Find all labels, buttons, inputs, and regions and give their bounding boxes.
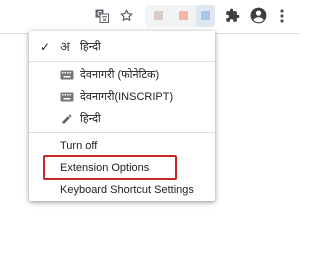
turn-off-button[interactable]: Turn off bbox=[29, 136, 215, 156]
turn-off-label: Turn off bbox=[60, 140, 98, 152]
check-icon: ✓ bbox=[40, 40, 51, 54]
keyboard-icon bbox=[60, 92, 74, 102]
keyboard-shortcut-settings-button[interactable]: Keyboard Shortcut Settings bbox=[29, 180, 215, 200]
menu-separator bbox=[29, 132, 215, 133]
pencil-icon bbox=[61, 113, 73, 125]
extension-dropdown-menu: ✓ अ हिन्दी देवनागरी (फोनेटिक) देवनागरी(I bbox=[29, 31, 215, 201]
menu-item-hindi-selected[interactable]: ✓ अ हिन्दी bbox=[29, 37, 215, 57]
puzzle-icon[interactable] bbox=[225, 8, 240, 23]
star-icon[interactable] bbox=[119, 8, 134, 23]
keyboard-icon bbox=[60, 70, 74, 80]
menu-item-label: हिन्दी bbox=[80, 113, 101, 125]
menu-item-devanagari-inscript[interactable]: देवनागरी(INSCRIPT) bbox=[29, 87, 215, 107]
menu-separator bbox=[29, 61, 215, 62]
menu-item-label: देवनागरी (फोनेटिक) bbox=[80, 69, 160, 81]
script-glyph: अ bbox=[60, 39, 70, 54]
extension-icon-2[interactable] bbox=[179, 11, 188, 20]
extension-icon-3[interactable] bbox=[201, 11, 210, 20]
profile-icon[interactable] bbox=[249, 6, 268, 25]
menu-item-devanagari-phonetic[interactable]: देवनागरी (फोनेटिक) bbox=[29, 65, 215, 85]
keyboard-shortcut-settings-label: Keyboard Shortcut Settings bbox=[60, 184, 194, 196]
annotation-highlight-box bbox=[43, 155, 177, 180]
translate-icon[interactable]: G bbox=[95, 9, 109, 23]
more-vert-icon[interactable] bbox=[278, 8, 286, 24]
menu-item-label: हिन्दी bbox=[80, 41, 101, 53]
menu-item-hindi-handwriting[interactable]: हिन्दी bbox=[29, 109, 215, 129]
extension-icon-1[interactable] bbox=[154, 11, 163, 20]
menu-item-label: देवनागरी(INSCRIPT) bbox=[80, 91, 174, 103]
browser-toolbar: G bbox=[0, 0, 300, 34]
